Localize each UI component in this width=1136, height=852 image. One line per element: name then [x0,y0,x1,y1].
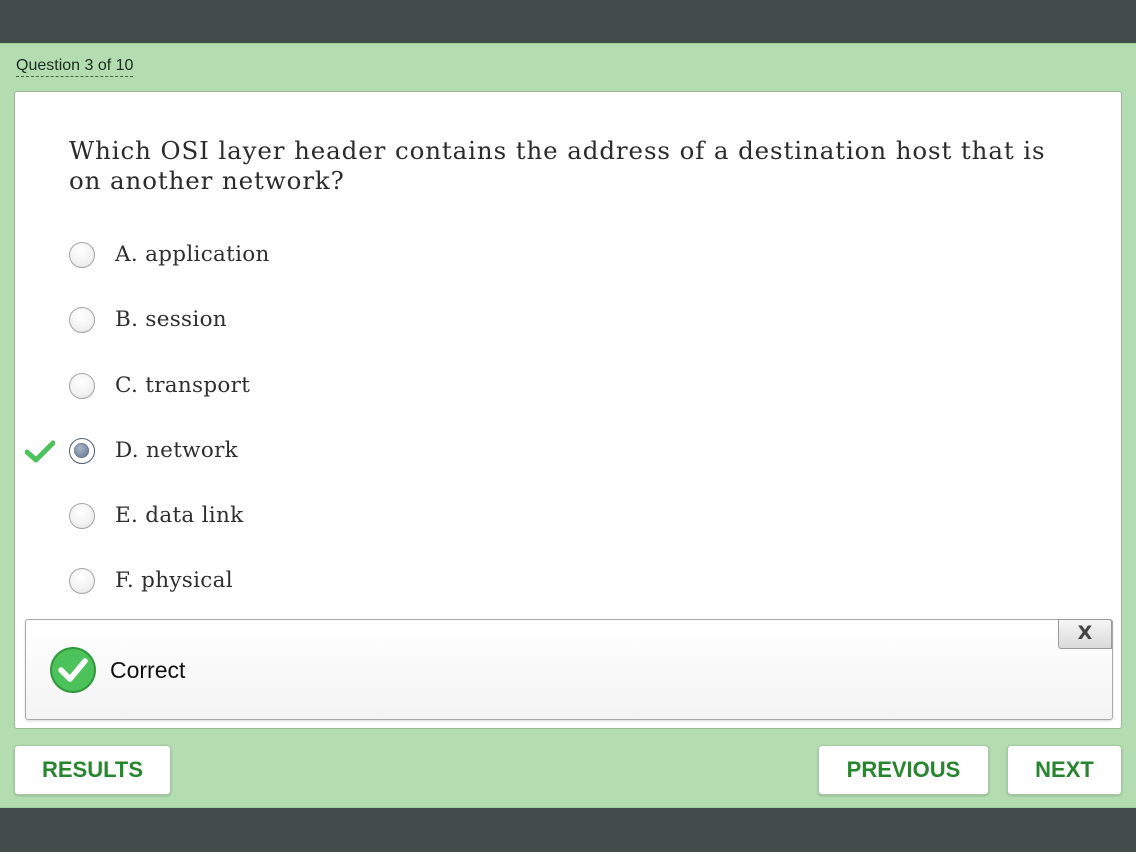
close-feedback-button[interactable]: X [1058,619,1112,649]
results-button[interactable]: RESULTS [14,745,171,795]
previous-button[interactable]: PREVIOUS [818,745,989,795]
radio-button-selected[interactable] [69,438,95,464]
quiz-frame: Question 3 of 10 Which OSI layer header … [0,43,1136,808]
check-circle-icon [50,647,96,693]
option-label: A. application [115,242,270,267]
option-label: E. data link [115,503,244,528]
option-label: D. network [115,438,239,463]
question-card: Which OSI layer header contains the addr… [14,91,1122,729]
option-label: B. session [115,307,227,332]
option-label: F. physical [115,568,233,593]
option-label: C. transport [115,373,251,398]
radio-selected-dot [74,443,89,458]
radio-button[interactable] [69,503,95,529]
question-text: Which OSI layer header contains the addr… [69,136,1046,195]
next-button[interactable]: NEXT [1007,745,1122,795]
answer-option-c[interactable]: C. transport [15,367,915,407]
answer-option-a[interactable]: A. application [15,236,915,276]
feedback-panel: Correct X [25,619,1113,720]
feedback-status-text: Correct [110,657,186,683]
question-counter: Question 3 of 10 [16,57,134,77]
answer-option-b[interactable]: B. session [15,301,915,341]
answer-option-e[interactable]: E. data link [15,497,915,537]
radio-button[interactable] [69,373,95,399]
answer-option-f[interactable]: F. physical [15,562,915,602]
radio-button[interactable] [69,242,95,268]
answer-option-d[interactable]: D. network [15,432,915,472]
correct-check-icon [25,440,55,463]
radio-button[interactable] [69,307,95,333]
radio-button[interactable] [69,568,95,594]
